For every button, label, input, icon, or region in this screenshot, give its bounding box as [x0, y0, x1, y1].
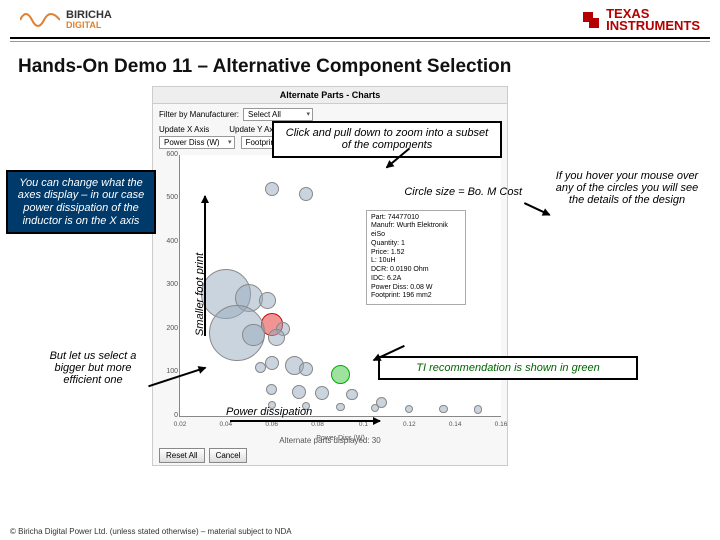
y-tick: 0 [158, 412, 178, 419]
datapoint-tooltip: Part: 74477010 Manufr: Wurth Elektronik … [366, 210, 466, 306]
tooltip-fp: Footprint: 196 mm2 [371, 292, 461, 301]
data-point[interactable] [265, 356, 279, 370]
content-area: Alternate Parts - Charts Filter by Manuf… [0, 86, 720, 496]
x-tick: 0.04 [220, 421, 233, 428]
data-point[interactable] [376, 397, 387, 408]
callout-zoom: Click and pull down to zoom into a subse… [272, 121, 502, 158]
chart-panel-title: Alternate Parts - Charts [153, 87, 507, 104]
y-tick: 500 [158, 194, 178, 201]
page-title: Hands-On Demo 11 – Alternative Component… [0, 52, 720, 86]
arrow-vertical-icon [204, 196, 206, 336]
data-point[interactable] [268, 329, 285, 346]
tooltip-dcr: DCR: 0.0190 Ohm [371, 266, 461, 275]
ti-chip-icon [580, 9, 602, 31]
tooltip-mfr: Manufr: Wurth Elektronik eiSo [371, 222, 461, 240]
data-point[interactable] [331, 365, 351, 385]
arrow-hover-icon [524, 202, 550, 216]
x-tick: 0.1 [359, 421, 368, 428]
callout-select-bigger: But let us select a bigger but more effi… [46, 350, 140, 386]
data-point[interactable] [292, 385, 306, 399]
y-tick: 300 [158, 281, 178, 288]
x-tick: 0.16 [495, 421, 508, 428]
data-point[interactable] [474, 405, 482, 413]
y-tick: 100 [158, 368, 178, 375]
tooltip-l: L: 10uH [371, 257, 461, 266]
arrow-horizontal-icon [230, 420, 380, 422]
x-axis-select[interactable]: Power Diss (W) [159, 136, 235, 149]
biricha-wave-icon [20, 8, 60, 32]
filter-label: Filter by Manufacturer: [159, 110, 239, 119]
y-tick: 200 [158, 325, 178, 332]
data-point[interactable] [439, 405, 447, 413]
x-axis-annotation: Power dissipation [226, 406, 312, 418]
tooltip-price: Price: 1.52 [371, 249, 461, 258]
callout-circle-size: Circle size = Bo. M Cost [376, 186, 522, 198]
callout-hover: If you hover your mouse over any of the … [552, 170, 702, 206]
callout-axes-change: You can change what the axes display – i… [6, 170, 156, 235]
update-x-label: Update X Axis [159, 125, 209, 134]
cancel-button[interactable]: Cancel [209, 448, 248, 463]
x-tick: 0.02 [174, 421, 187, 428]
biricha-logo: BIRICHA DIGITAL [20, 8, 112, 32]
data-point[interactable] [255, 362, 266, 373]
y-tick: 600 [158, 151, 178, 158]
biricha-sub: DIGITAL [66, 21, 112, 30]
tooltip-pd: Power Diss: 0.08 W [371, 284, 461, 293]
x-tick: 0.08 [311, 421, 324, 428]
data-point[interactable] [266, 384, 277, 395]
data-point[interactable] [265, 182, 279, 196]
data-point[interactable] [299, 362, 313, 376]
copyright-footer: © Biricha Digital Power Ltd. (unless sta… [10, 527, 292, 536]
data-point[interactable] [242, 324, 264, 346]
data-point[interactable] [405, 405, 413, 413]
header: BIRICHA DIGITAL TEXAS INSTRUMENTS [0, 0, 720, 37]
data-point[interactable] [346, 389, 357, 400]
filter-select[interactable]: Select All [243, 108, 313, 121]
alt-parts-count: Alternate parts displayed: 30 [153, 436, 507, 445]
ti-logo: TEXAS INSTRUMENTS [580, 8, 700, 33]
tooltip-idc: IDC: 6.2A [371, 275, 461, 284]
x-tick: 0.12 [403, 421, 416, 428]
data-point[interactable] [315, 386, 329, 400]
tooltip-qty: Quantity: 1 [371, 240, 461, 249]
reset-all-button[interactable]: Reset All [159, 448, 205, 463]
callout-ti-recommendation: TI recommendation is shown in green [378, 356, 638, 381]
x-tick: 0.06 [265, 421, 278, 428]
ti-line2: INSTRUMENTS [606, 20, 700, 32]
divider-thick [10, 37, 710, 39]
data-point[interactable] [259, 292, 276, 309]
data-point[interactable] [299, 187, 313, 201]
data-point[interactable] [336, 403, 344, 411]
y-tick: 400 [158, 238, 178, 245]
x-tick: 0.14 [449, 421, 462, 428]
tooltip-part: Part: 74477010 [371, 214, 461, 223]
divider-thin [10, 41, 710, 42]
